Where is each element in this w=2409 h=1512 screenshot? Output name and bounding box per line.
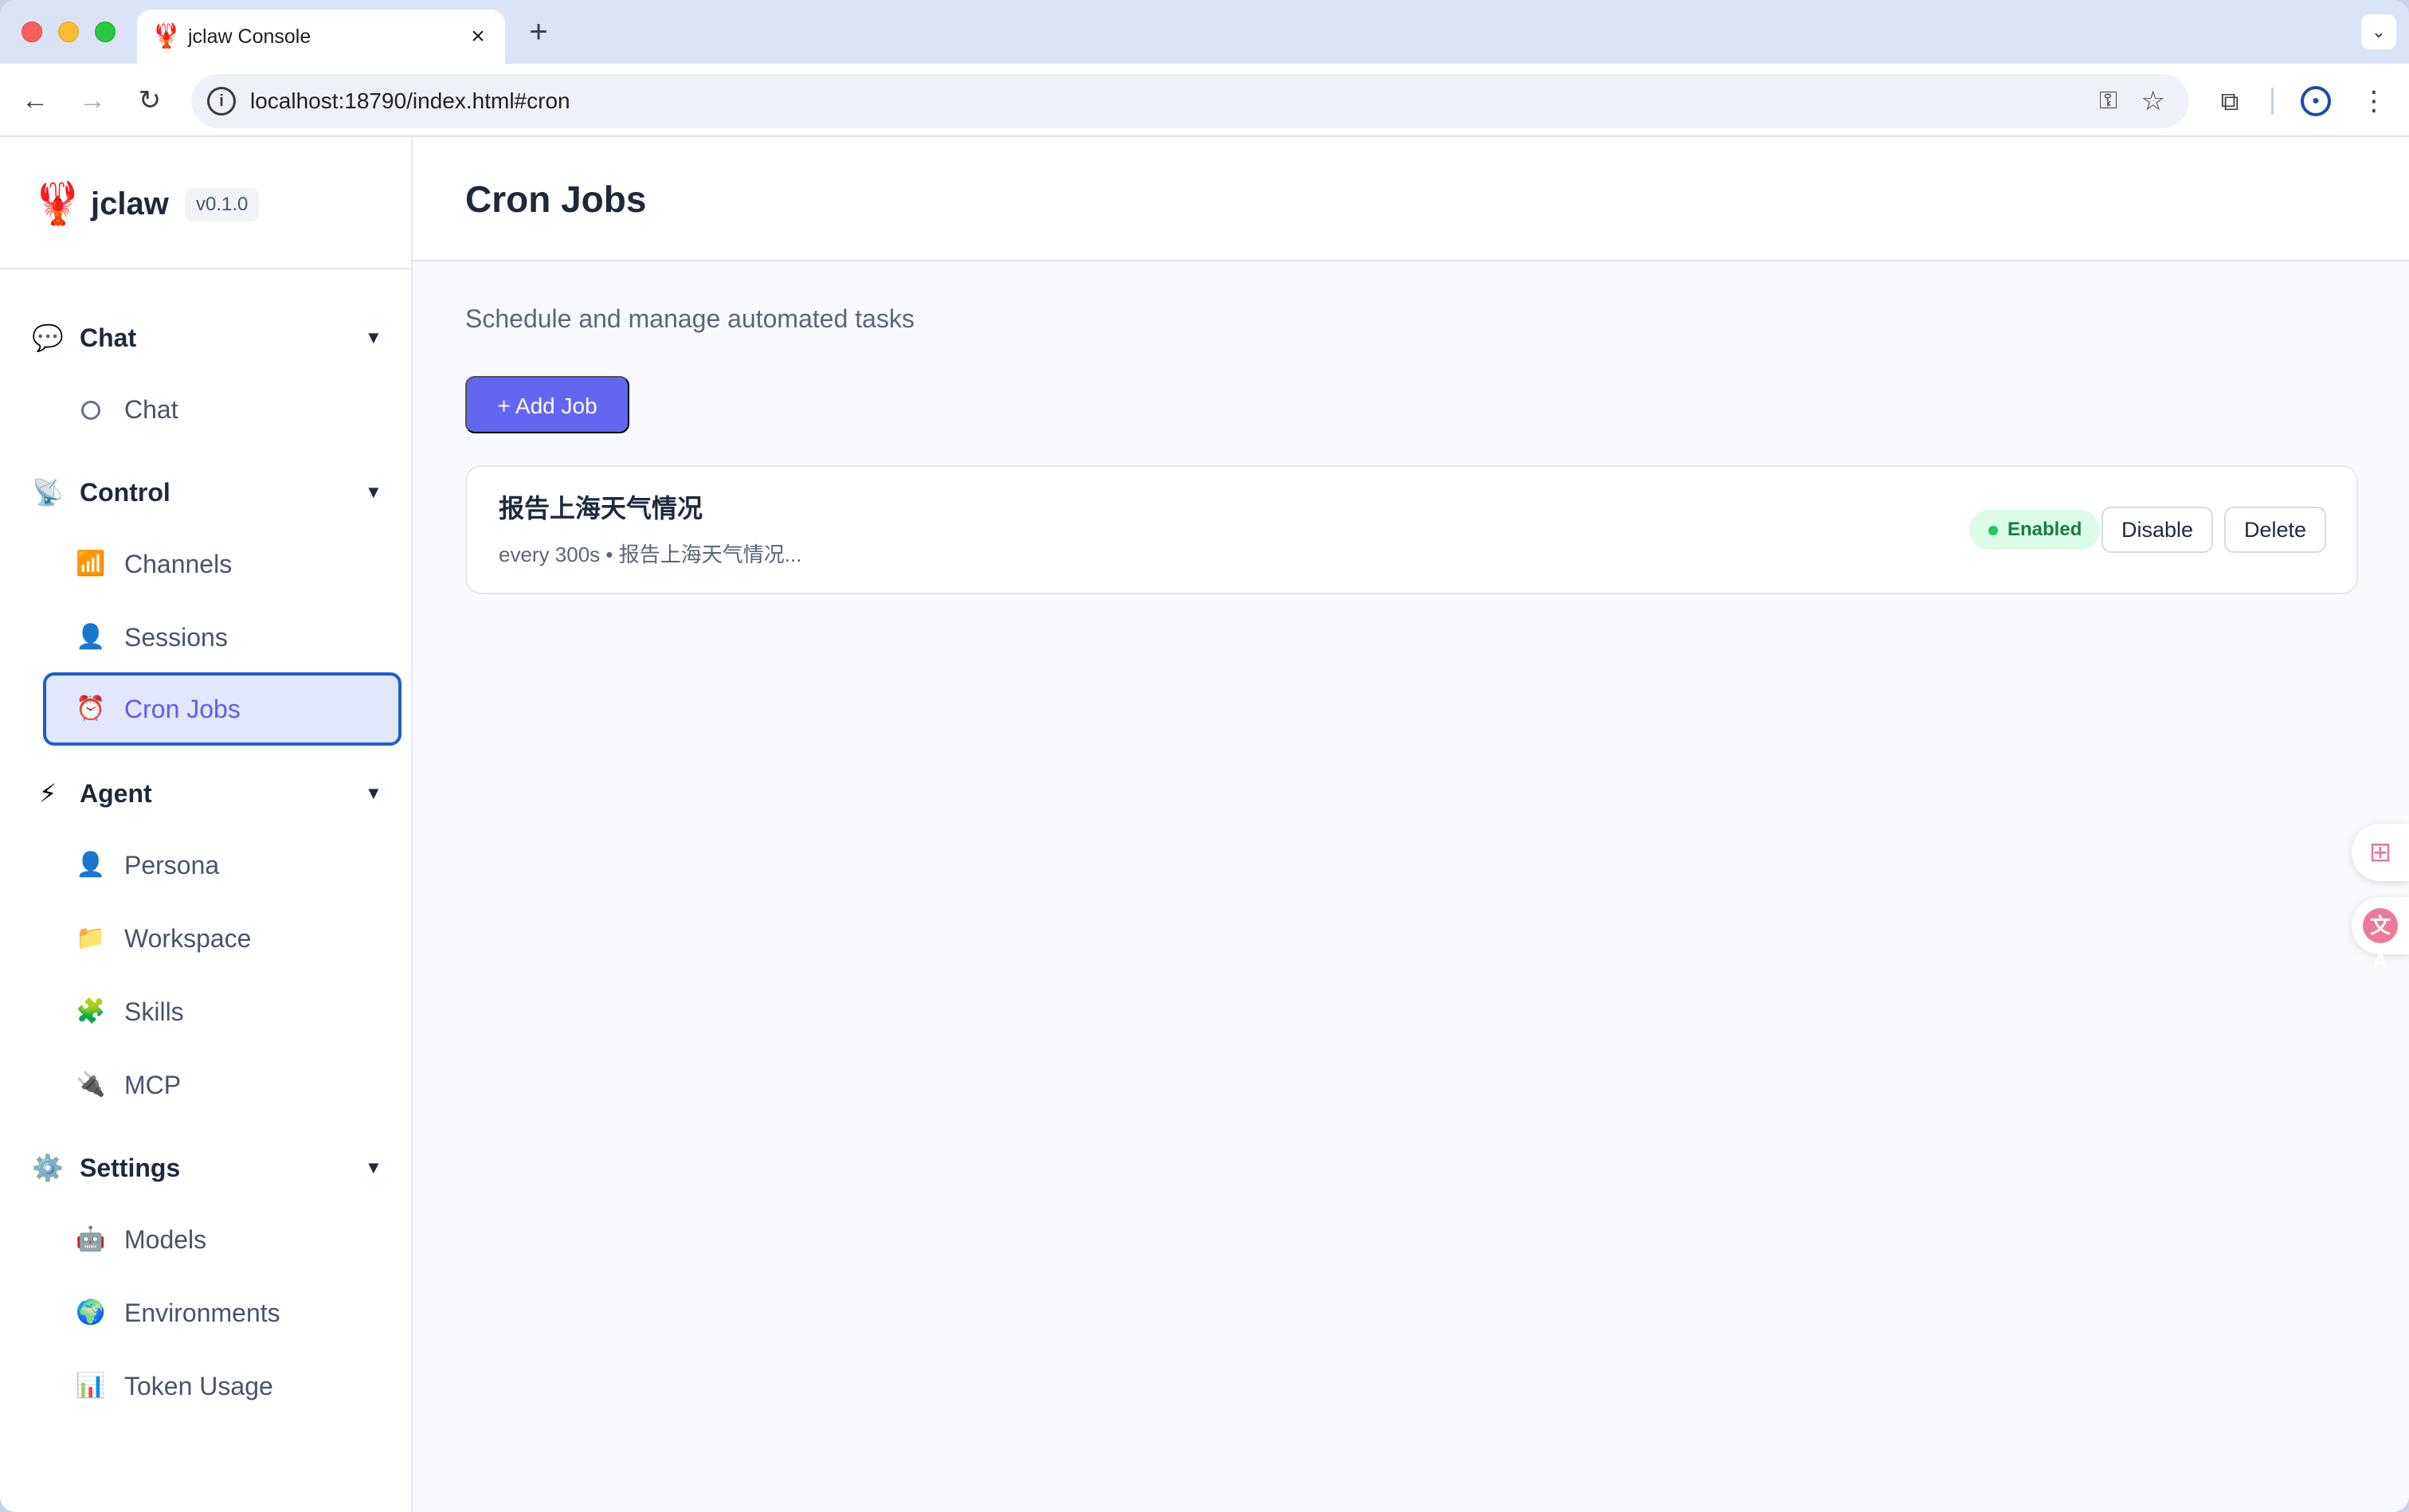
globe-icon: 🌍	[76, 1299, 106, 1326]
caret-down-icon[interactable]: ▼	[365, 778, 382, 809]
nav-group-chat[interactable]: 💬 Chat ▼	[0, 309, 411, 366]
maximize-window-button[interactable]	[95, 22, 116, 42]
profile-avatar-icon[interactable]: ●	[2301, 86, 2331, 116]
cron-job-card: 报告上海天气情况 every 300s • 报告上海天气情况... Enable…	[465, 465, 2358, 594]
sidebar-item-workspace[interactable]: 📁 Workspace	[43, 902, 402, 975]
tab-search-chevron-icon[interactable]: ⌄	[2361, 14, 2396, 49]
speech-bubble-icon: 💬	[32, 323, 64, 352]
url-text[interactable]: localhost:18790/index.html#cron	[250, 85, 570, 117]
job-title: 报告上海天气情况	[499, 494, 703, 523]
robot-icon: 🤖	[76, 1226, 106, 1252]
nav-group-label: Settings	[80, 1154, 181, 1182]
version-badge: v0.1.0	[185, 188, 260, 221]
translate-icon: 文A	[2363, 908, 2398, 973]
sidebar-item-cron-jobs[interactable]: ⏰ Cron Jobs	[43, 672, 402, 746]
sidebar-item-token-usage[interactable]: 📊 Token Usage	[43, 1349, 402, 1423]
caret-down-icon[interactable]: ▼	[365, 476, 382, 508]
browser-menu-icon[interactable]: ⋮	[2358, 83, 2390, 119]
user-silhouette-icon: 👤	[76, 624, 106, 650]
browser-tab[interactable]: 🦞 jclaw Console ×	[137, 10, 505, 64]
add-job-button[interactable]: + Add Job	[465, 376, 629, 433]
floating-apps-button[interactable]: ⊞	[2352, 824, 2409, 881]
caret-down-icon[interactable]: ▼	[365, 1152, 382, 1184]
sidebar-item-channels[interactable]: 📶 Channels	[43, 527, 402, 601]
sidebar: 🦞 jclaw v0.1.0 💬 Chat ▼ Chat 📡 Control ▼…	[0, 137, 413, 1512]
brand-name: jclaw	[91, 186, 169, 221]
browser-toolbar: ← → ↻ i localhost:18790/index.html#cron …	[0, 64, 2409, 137]
folder-icon: 📁	[76, 925, 106, 951]
nav-group-control[interactable]: 📡 Control ▼	[0, 464, 411, 521]
sidebar-item-label: Skills	[124, 997, 184, 1026]
lobster-logo-icon: 🦞	[32, 181, 84, 227]
app-root: 🦞 jclaw v0.1.0 💬 Chat ▼ Chat 📡 Control ▼…	[0, 137, 2409, 1512]
toolbar-divider	[2271, 88, 2274, 115]
apps-grid-sparkle-icon: ⊞	[2363, 835, 2398, 870]
lightning-icon: ⚡	[38, 779, 57, 808]
gear-icon: ⚙️	[32, 1154, 64, 1182]
main-content: Cron Jobs Schedule and manage automated …	[413, 137, 2409, 1512]
nav-group-label: Agent	[80, 779, 152, 808]
sidebar-item-label: MCP	[124, 1071, 182, 1099]
minimize-window-button[interactable]	[58, 22, 79, 42]
extensions-puzzle-icon[interactable]: ⧉	[2211, 83, 2248, 119]
nav-group-agent[interactable]: ⚡ Agent ▼	[0, 765, 411, 822]
sidebar-item-label: Models	[124, 1225, 207, 1254]
bookmark-star-icon[interactable]: ☆	[2141, 85, 2165, 117]
circle-icon	[75, 394, 107, 425]
password-key-icon[interactable]: ⚿	[2099, 85, 2117, 117]
close-window-button[interactable]	[22, 22, 42, 42]
user-silhouette-icon: 👤	[76, 852, 106, 878]
nav-group-label: Control	[80, 478, 170, 507]
signal-bars-icon: 📶	[76, 550, 106, 577]
page-subtitle: Schedule and manage automated tasks	[465, 304, 915, 333]
tab-close-icon[interactable]: ×	[462, 21, 494, 53]
plug-icon: 🔌	[76, 1071, 106, 1098]
lobster-favicon-icon: 🦞	[151, 23, 182, 49]
tab-strip: 🦞 jclaw Console × + ⌄	[0, 0, 2409, 64]
sidebar-item-label: Channels	[124, 550, 233, 578]
nav-group-settings[interactable]: ⚙️ Settings ▼	[0, 1139, 411, 1197]
satellite-dish-icon: 📡	[32, 478, 64, 507]
sidebar-item-chat[interactable]: Chat	[43, 373, 402, 446]
sidebar-item-label: Workspace	[124, 924, 252, 953]
page-header: Cron Jobs	[413, 137, 2409, 261]
bar-chart-icon: 📊	[76, 1373, 106, 1399]
job-schedule: every 300s • 报告上海天气情况...	[499, 543, 802, 566]
sidebar-item-label: Persona	[124, 851, 220, 879]
status-badge: Enabled	[1969, 510, 2100, 550]
new-tab-button[interactable]: +	[521, 14, 556, 49]
browser-window: 🦞 jclaw Console × + ⌄ ← → ↻ i localhost:…	[0, 0, 2409, 1512]
sidebar-item-label: Environments	[124, 1299, 280, 1327]
alarm-clock-icon: ⏰	[76, 695, 106, 722]
disable-job-button[interactable]: Disable	[2102, 507, 2213, 553]
floating-translate-button[interactable]: 文A	[2352, 897, 2409, 973]
sidebar-item-persona[interactable]: 👤 Persona	[43, 828, 402, 902]
sidebar-item-sessions[interactable]: 👤 Sessions	[43, 601, 402, 674]
sidebar-item-models[interactable]: 🤖 Models	[43, 1203, 402, 1276]
tab-title: jclaw Console	[188, 25, 311, 48]
reload-icon[interactable]: ↻	[129, 80, 170, 121]
caret-down-icon[interactable]: ▼	[365, 322, 382, 354]
sidebar-item-label: Sessions	[124, 623, 228, 652]
sidebar-item-environments[interactable]: 🌍 Environments	[43, 1276, 402, 1349]
site-info-icon[interactable]: i	[207, 87, 236, 116]
brand-header: 🦞 jclaw v0.1.0	[0, 137, 411, 269]
page-title: Cron Jobs	[465, 178, 647, 220]
puzzle-piece-icon: 🧩	[76, 998, 106, 1024]
sidebar-item-mcp[interactable]: 🔌 MCP	[43, 1048, 402, 1122]
sidebar-item-skills[interactable]: 🧩 Skills	[43, 975, 402, 1048]
sidebar-item-label: Token Usage	[124, 1372, 273, 1400]
status-badge-label: Enabled	[2007, 519, 2082, 540]
nav-group-label: Chat	[80, 323, 137, 352]
address-bar[interactable]: i localhost:18790/index.html#cron ⚿ ☆	[191, 74, 2189, 128]
delete-job-button[interactable]: Delete	[2224, 507, 2326, 553]
sidebar-item-label: Chat	[124, 395, 178, 424]
status-dot-icon	[1988, 526, 1998, 535]
back-arrow-icon[interactable]: ←	[14, 80, 56, 121]
forward-arrow-icon[interactable]: →	[72, 80, 113, 121]
sidebar-item-label: Cron Jobs	[124, 695, 241, 723]
